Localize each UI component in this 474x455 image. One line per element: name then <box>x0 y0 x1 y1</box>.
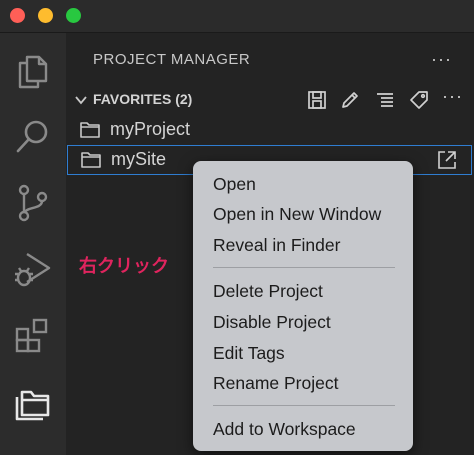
source-control-icon[interactable] <box>13 183 53 223</box>
filter-icon[interactable] <box>374 89 396 111</box>
activity-bar <box>0 33 66 455</box>
menu-item-disable-project[interactable]: Disable Project <box>213 312 331 333</box>
edit-icon[interactable] <box>339 89 361 111</box>
project-manager-icon[interactable] <box>13 383 53 423</box>
close-window-button[interactable] <box>10 8 25 23</box>
panel-more-icon[interactable]: ··· <box>431 49 452 70</box>
favorites-section-header[interactable]: FAVORITES (2) ··· <box>66 86 474 113</box>
folder-icon <box>81 152 101 168</box>
menu-item-open-new-window[interactable]: Open in New Window <box>213 204 381 225</box>
context-menu: Open Open in New Window Reveal in Finder… <box>193 161 413 451</box>
title-bar <box>0 0 474 33</box>
extensions-icon[interactable] <box>13 317 53 357</box>
files-icon[interactable] <box>13 51 53 91</box>
project-label: myProject <box>110 119 191 139</box>
open-in-new-window-icon[interactable] <box>436 149 458 171</box>
run-debug-icon[interactable] <box>13 249 53 289</box>
menu-item-rename-project[interactable]: Rename Project <box>213 373 338 394</box>
favorites-more-icon[interactable]: ··· <box>442 86 464 108</box>
menu-item-edit-tags[interactable]: Edit Tags <box>213 343 285 364</box>
menu-item-add-to-workspace[interactable]: Add to Workspace <box>213 419 356 440</box>
tag-icon[interactable] <box>408 89 430 111</box>
right-click-annotation: 右クリック <box>79 256 169 277</box>
project-label: mySite <box>111 149 167 169</box>
menu-item-open[interactable]: Open <box>213 174 256 195</box>
menu-separator <box>213 405 395 406</box>
favorites-label: FAVORITES (2) <box>93 91 193 107</box>
folder-icon <box>80 122 100 138</box>
search-icon[interactable] <box>13 117 53 157</box>
save-icon[interactable] <box>306 89 328 111</box>
minimize-window-button[interactable] <box>38 8 53 23</box>
chevron-down-icon <box>75 96 87 105</box>
menu-item-reveal-in-finder[interactable]: Reveal in Finder <box>213 235 340 256</box>
menu-item-delete-project[interactable]: Delete Project <box>213 281 323 302</box>
menu-separator <box>213 267 395 268</box>
project-item-myproject[interactable]: myProject <box>66 115 474 145</box>
zoom-window-button[interactable] <box>66 8 81 23</box>
panel-title: PROJECT MANAGER <box>93 51 251 68</box>
